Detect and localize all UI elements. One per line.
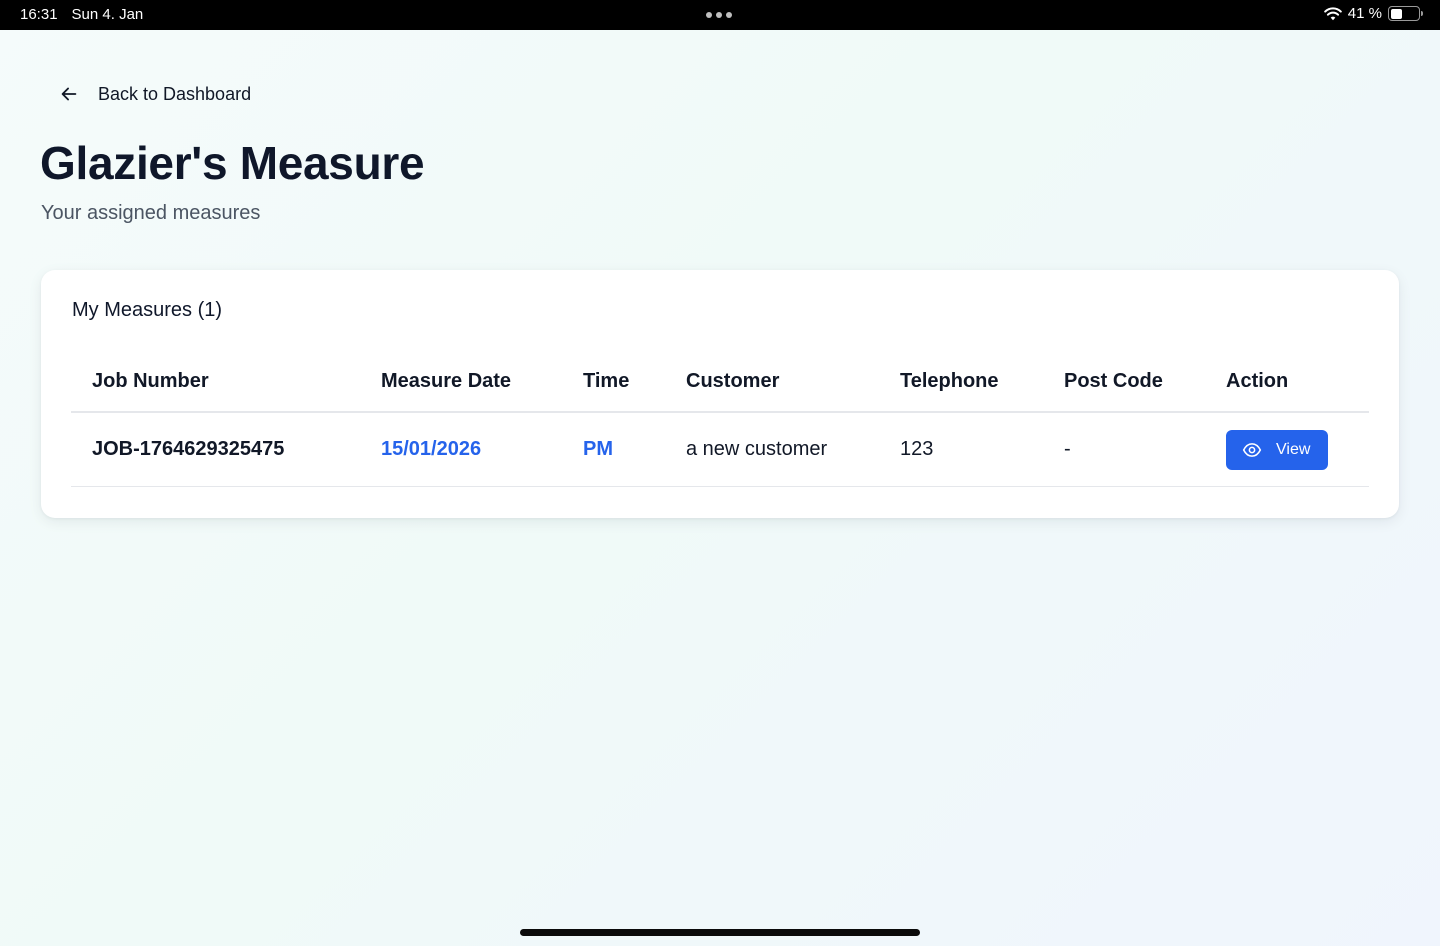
measures-card: My Measures (1) Job Number Measure Date … bbox=[41, 270, 1399, 518]
card-title: My Measures (1) bbox=[72, 299, 223, 321]
post-code-cell: - bbox=[1064, 438, 1071, 460]
status-left: 16:31 Sun 4. Jan bbox=[20, 6, 143, 23]
battery-icon bbox=[1388, 6, 1423, 21]
page-subtitle: Your assigned measures bbox=[41, 202, 261, 224]
view-button-label: View bbox=[1276, 440, 1311, 458]
measure-date-cell: 15/01/2026 bbox=[381, 438, 482, 460]
action-cell: View bbox=[1226, 413, 1328, 486]
battery-fill bbox=[1390, 8, 1402, 19]
status-right: 41 % bbox=[1323, 5, 1423, 22]
column-header-customer: Customer bbox=[686, 369, 780, 392]
measures-table: Job Number Measure Date Time Customer Te… bbox=[71, 352, 1369, 487]
table-row[interactable]: JOB-1764629325475 15/01/2026 PM a new cu… bbox=[71, 413, 1369, 487]
page-title: Glazier's Measure bbox=[40, 137, 425, 189]
column-header-time: Time bbox=[583, 369, 630, 392]
multitasking-dots-icon[interactable] bbox=[706, 12, 732, 18]
status-date: Sun 4. Jan bbox=[71, 6, 144, 23]
status-bar: 16:31 Sun 4. Jan 41 % bbox=[0, 0, 1440, 30]
arrow-left-icon bbox=[61, 87, 77, 101]
customer-cell: a new customer bbox=[686, 438, 828, 460]
back-to-dashboard-link[interactable]: Back to Dashboard bbox=[58, 80, 251, 108]
home-indicator[interactable] bbox=[520, 929, 920, 936]
column-header-job-number: Job Number bbox=[92, 369, 209, 392]
column-header-telephone: Telephone bbox=[900, 369, 999, 392]
time-cell: PM bbox=[583, 438, 613, 460]
status-time: 16:31 bbox=[20, 6, 58, 23]
back-link-label: Back to Dashboard bbox=[98, 83, 252, 104]
table-header-row: Job Number Measure Date Time Customer Te… bbox=[71, 352, 1369, 413]
job-number-cell: JOB-1764629325475 bbox=[92, 438, 285, 460]
wifi-icon bbox=[1323, 6, 1342, 20]
view-button[interactable]: View bbox=[1226, 429, 1328, 470]
column-header-measure-date: Measure Date bbox=[381, 369, 512, 392]
column-header-post-code: Post Code bbox=[1064, 369, 1163, 392]
column-header-action: Action bbox=[1226, 369, 1289, 392]
battery-percent: 41 % bbox=[1347, 5, 1382, 22]
telephone-cell: 123 bbox=[900, 438, 934, 460]
eye-icon bbox=[1242, 442, 1262, 457]
